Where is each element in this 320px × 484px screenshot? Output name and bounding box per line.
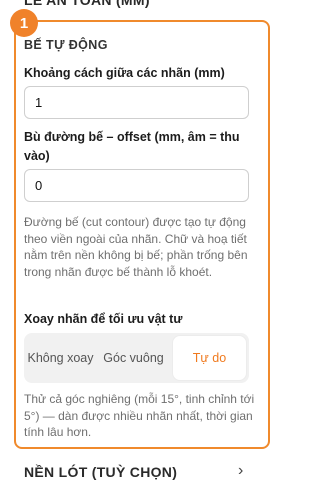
label-gap-input[interactable] — [24, 86, 249, 119]
offset-label: Bù đường bế – offset (mm, âm = thu vào) — [24, 130, 240, 163]
rotation-label: Xoay nhãn để tối ưu vật tư — [24, 312, 183, 326]
rotation-option-none[interactable]: Không xoay — [24, 333, 97, 383]
die-cut-help-text: Đường bế (cut contour) được tạo tự động … — [24, 215, 248, 279]
die-cut-title: BẾ TỰ ĐỘNG — [24, 38, 108, 52]
label-gap-label: Khoảng cách giữa các nhãn (mm) — [24, 66, 225, 80]
chevron-right-icon: › — [238, 462, 244, 479]
backing-header[interactable]: NỀN LÓT (TUỲ CHỌN) — [0, 460, 273, 484]
rotation-option-free[interactable]: Tự do — [172, 335, 247, 381]
offset-input[interactable] — [24, 169, 249, 202]
rotation-help-text: Thử cả góc nghiêng (mỗi 15°, tinh chỉnh … — [24, 392, 255, 439]
step-badge: 1 — [10, 9, 38, 37]
safety-margin-header[interactable]: LỀ AN TOÀN (MM) — [0, 0, 273, 12]
backing-title: NỀN LÓT (TUỲ CHỌN) — [24, 464, 178, 480]
safety-margin-title: LỀ AN TOÀN (MM) — [24, 0, 150, 8]
rotation-segmented-control: Không xoay Góc vuông Tự do — [24, 333, 249, 383]
rotation-option-right-angle[interactable]: Góc vuông — [97, 333, 170, 383]
